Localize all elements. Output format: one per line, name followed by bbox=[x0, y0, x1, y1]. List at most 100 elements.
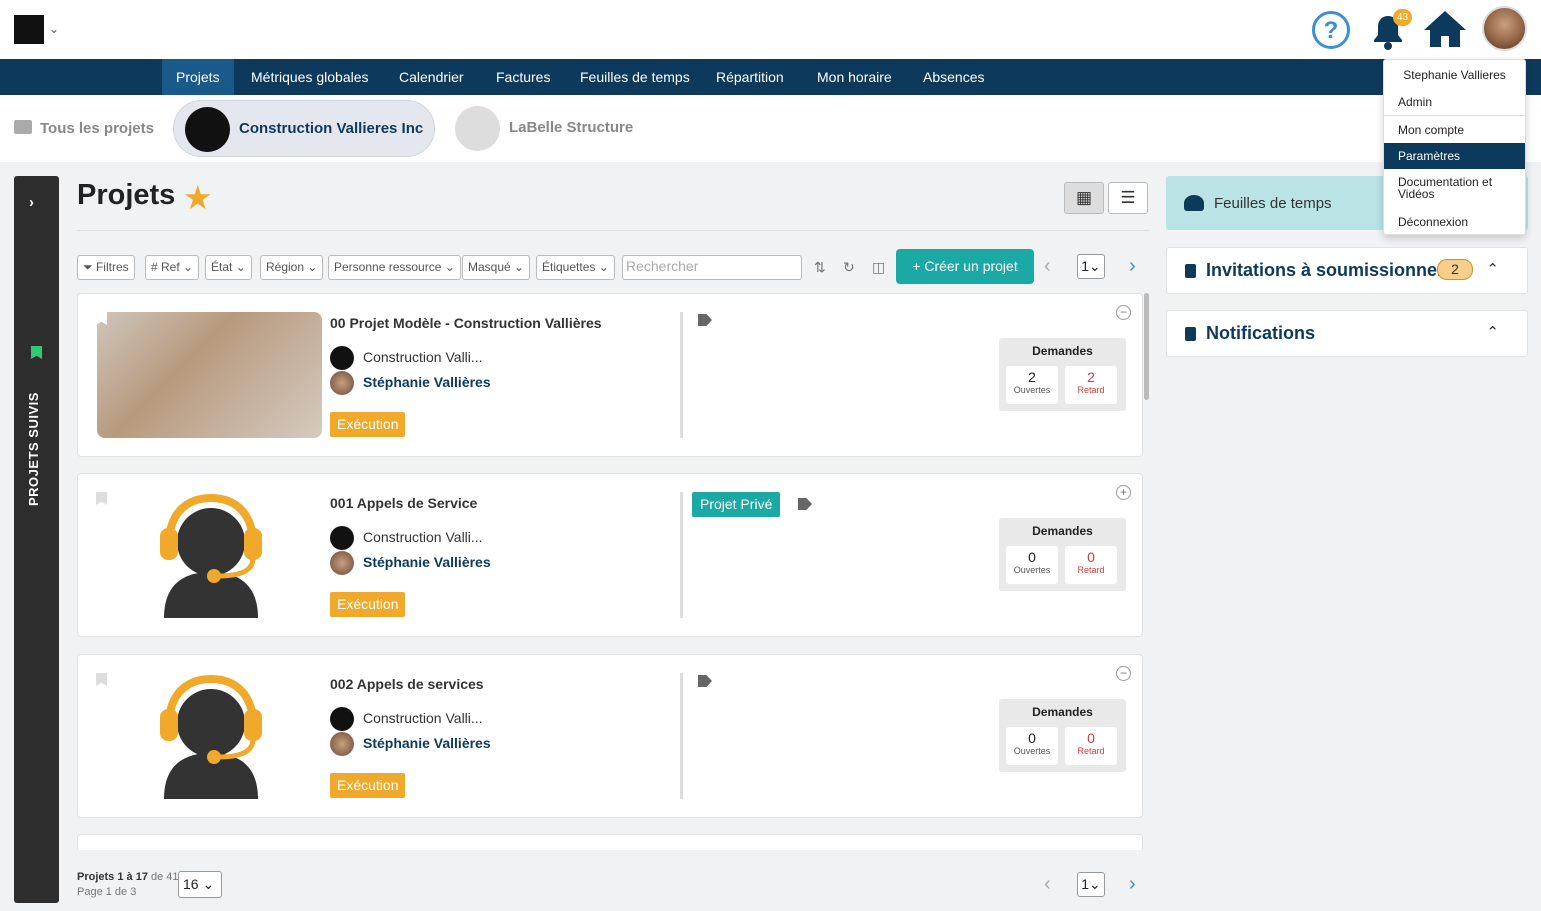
project-name[interactable]: 00 Projet Modèle - Construction Vallière… bbox=[330, 315, 602, 331]
project-card[interactable]: 002 Appels de services Construction Vall… bbox=[77, 654, 1143, 818]
list-icon: ☰ bbox=[1120, 188, 1136, 207]
expand-icon[interactable]: + bbox=[1116, 485, 1131, 500]
search-input[interactable]: Rechercher bbox=[622, 255, 802, 280]
company-logo bbox=[330, 707, 354, 731]
next-page-icon[interactable]: › bbox=[1129, 873, 1136, 896]
nav-metriques[interactable]: Métriques globales bbox=[237, 59, 383, 95]
requests-panel: Demandes 0 Ouvertes 0 Retard bbox=[999, 518, 1126, 591]
late-requests[interactable]: 0 Retard bbox=[1065, 727, 1117, 765]
tag-icon[interactable] bbox=[798, 498, 812, 510]
menu-parametres[interactable]: Paramètres bbox=[1384, 143, 1525, 169]
etat-filter-label: État bbox=[211, 260, 233, 274]
followed-projects-label: PROJETS SUIVIS bbox=[26, 392, 41, 506]
main-nav: Projets Métriques globales Calendrier Fa… bbox=[0, 59, 1541, 95]
open-requests[interactable]: 0 Ouvertes bbox=[1006, 727, 1058, 765]
followed-projects-panel[interactable]: › PROJETS SUIVIS bbox=[14, 176, 59, 903]
notification-badge: 43 bbox=[1393, 9, 1412, 26]
next-page-icon[interactable]: › bbox=[1129, 255, 1136, 278]
sort-icon[interactable]: ⇅ bbox=[814, 259, 826, 276]
prev-page-icon[interactable]: ‹ bbox=[1044, 255, 1051, 278]
project-card[interactable]: 00 Projet Modèle - Construction Vallière… bbox=[77, 293, 1143, 457]
notifications-label: Notifications bbox=[1206, 323, 1316, 343]
nav-repartition[interactable]: Répartition bbox=[702, 59, 798, 95]
nav-calendrier[interactable]: Calendrier bbox=[385, 59, 478, 95]
list-view-button[interactable]: ☰ bbox=[1108, 182, 1148, 214]
project-name[interactable]: 002 Appels de services bbox=[330, 676, 484, 692]
help-icon[interactable]: ? bbox=[1312, 11, 1350, 49]
divider bbox=[77, 230, 1150, 231]
user-avatar[interactable] bbox=[1482, 6, 1527, 51]
divider bbox=[680, 312, 683, 438]
personne-filter-label: Personne ressource bbox=[334, 260, 442, 274]
open-requests[interactable]: 0 Ouvertes bbox=[1006, 546, 1058, 584]
etiquettes-filter[interactable]: Étiquettes ⌄ bbox=[536, 255, 615, 280]
project-company: Construction Valli... bbox=[363, 529, 483, 545]
bookmark-icon[interactable] bbox=[96, 673, 107, 686]
company-logo[interactable] bbox=[14, 15, 44, 44]
project-company: Construction Valli... bbox=[363, 710, 483, 726]
all-projects-link[interactable]: Tous les projets bbox=[14, 120, 154, 137]
notifications-widget[interactable]: Notifications ⌃ bbox=[1166, 310, 1528, 357]
headset-agent-icon bbox=[160, 674, 262, 799]
collapse-icon[interactable]: − bbox=[1116, 666, 1131, 681]
tag-icon[interactable] bbox=[698, 314, 712, 326]
chevron-right-icon[interactable]: › bbox=[29, 194, 34, 211]
filters-button[interactable]: ⏷ Filtres bbox=[77, 255, 135, 280]
star-icon[interactable]: ★ bbox=[183, 178, 213, 217]
status-badge: Exécution bbox=[330, 412, 406, 437]
bookmark-icon[interactable] bbox=[96, 492, 107, 505]
ref-filter[interactable]: # Ref ⌄ bbox=[145, 255, 200, 280]
private-badge: Projet Privé bbox=[692, 492, 781, 517]
footer-area bbox=[77, 850, 1147, 911]
document-icon bbox=[1185, 264, 1196, 278]
chevron-down-icon[interactable]: ⌄ bbox=[49, 22, 59, 36]
project-manager[interactable]: Stéphanie Vallières bbox=[363, 554, 491, 570]
open-count: 0 bbox=[1028, 730, 1036, 746]
region-filter[interactable]: Région ⌄ bbox=[260, 255, 324, 280]
menu-deconnexion[interactable]: Déconnexion bbox=[1384, 215, 1525, 229]
late-requests[interactable]: 2 Retard bbox=[1065, 366, 1117, 404]
menu-mon-compte[interactable]: Mon compte bbox=[1384, 123, 1525, 137]
company-chip-label: Construction Vallieres Inc bbox=[239, 120, 424, 137]
project-manager[interactable]: Stéphanie Vallières bbox=[363, 735, 491, 751]
prev-page-icon[interactable]: ‹ bbox=[1044, 873, 1051, 896]
chevron-up-icon[interactable]: ⌃ bbox=[1486, 260, 1499, 278]
masque-filter[interactable]: Masqué ⌄ bbox=[462, 255, 531, 280]
personne-filter[interactable]: Personne ressource ⌄ bbox=[328, 255, 461, 280]
create-project-button[interactable]: + Créer un projet bbox=[896, 249, 1034, 284]
project-name[interactable]: 001 Appels de Service bbox=[330, 495, 477, 511]
image-placeholder-icon[interactable] bbox=[455, 106, 500, 151]
nav-projets[interactable]: Projets bbox=[162, 59, 234, 95]
bell-icon bbox=[1185, 327, 1196, 341]
building-icon bbox=[14, 120, 32, 134]
headset-agent-icon bbox=[160, 493, 262, 618]
project-card[interactable] bbox=[77, 834, 1143, 850]
page-select[interactable]: 1⌄ bbox=[1077, 872, 1105, 897]
home-icon[interactable] bbox=[1422, 9, 1468, 49]
divider bbox=[680, 673, 683, 799]
open-requests[interactable]: 2 Ouvertes bbox=[1006, 366, 1058, 404]
chevron-up-icon[interactable]: ⌃ bbox=[1486, 323, 1499, 341]
tag-icon[interactable] bbox=[698, 675, 712, 687]
page-select[interactable]: 1⌄ bbox=[1077, 254, 1105, 279]
grid-view-button[interactable]: ▦ bbox=[1064, 182, 1104, 214]
late-requests[interactable]: 0 Retard bbox=[1065, 546, 1117, 584]
project-card[interactable]: 001 Appels de Service Construction Valli… bbox=[77, 473, 1143, 637]
invitations-widget[interactable]: Invitations à soumissionner 2 ⌃ bbox=[1166, 247, 1528, 294]
refresh-icon[interactable]: ↻ bbox=[843, 259, 855, 276]
collapse-icon[interactable]: − bbox=[1116, 305, 1131, 320]
per-page-select[interactable]: 16 ⌄ bbox=[178, 871, 222, 898]
invitations-count: 2 bbox=[1437, 259, 1473, 280]
nav-factures[interactable]: Factures bbox=[482, 59, 564, 95]
project-manager[interactable]: Stéphanie Vallières bbox=[363, 374, 491, 390]
scrollbar[interactable] bbox=[1144, 293, 1149, 400]
columns-icon[interactable]: ◫ bbox=[872, 259, 885, 276]
nav-feuilles-temps[interactable]: Feuilles de temps bbox=[566, 59, 704, 95]
menu-documentation[interactable]: Documentation et Vidéos bbox=[1384, 176, 1525, 200]
etat-filter[interactable]: État ⌄ bbox=[205, 255, 252, 280]
user-menu: Stephanie Vallieres Admin Mon compte Par… bbox=[1383, 59, 1526, 235]
company-chip-other[interactable]: LaBelle Structure bbox=[509, 119, 633, 136]
nav-absences[interactable]: Absences bbox=[909, 59, 998, 95]
company-chip-active[interactable]: Construction Vallieres Inc bbox=[173, 100, 435, 157]
nav-mon-horaire[interactable]: Mon horaire bbox=[803, 59, 906, 95]
